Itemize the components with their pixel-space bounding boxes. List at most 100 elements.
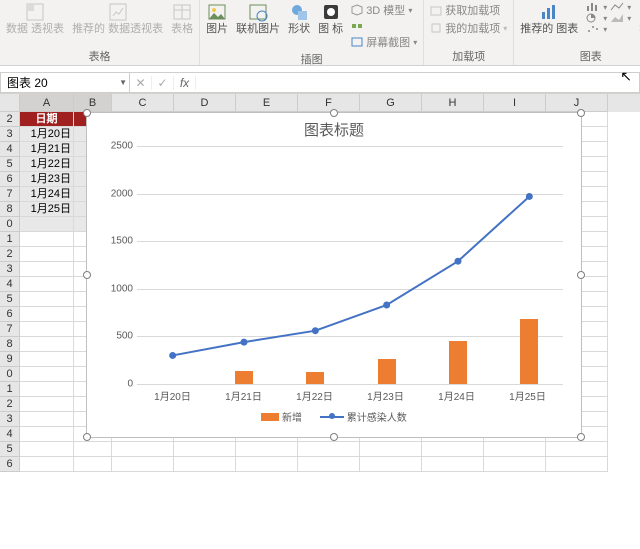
cell[interactable] [20, 247, 74, 262]
my-addins-button[interactable]: 我的加载项▾ [430, 20, 507, 36]
legend-item-bar[interactable]: 新增 [261, 409, 302, 424]
resize-handle[interactable] [577, 271, 585, 279]
cell[interactable] [20, 382, 74, 397]
column-header[interactable]: F [298, 94, 360, 112]
column-header[interactable]: I [484, 94, 546, 112]
row-header[interactable]: 1 [0, 232, 20, 247]
cell[interactable] [20, 412, 74, 427]
cell[interactable] [174, 457, 236, 472]
column-header[interactable]: H [422, 94, 484, 112]
column-header[interactable]: D [174, 94, 236, 112]
screenshot-button[interactable]: 屏幕截图▾ [351, 34, 417, 50]
line-series[interactable] [137, 146, 565, 384]
cell[interactable] [546, 457, 608, 472]
icons-button[interactable]: 图 标 [318, 2, 343, 35]
cell[interactable] [20, 397, 74, 412]
shapes-button[interactable]: 形状 [288, 2, 310, 35]
recommended-pivot-button[interactable]: 推荐的 数据透视表 [72, 2, 163, 35]
plot-area[interactable]: 05001000150020002500 [137, 146, 563, 384]
cell[interactable] [546, 442, 608, 457]
recommended-charts-button[interactable]: 推荐的 图表 [520, 2, 578, 35]
cell[interactable]: 1月23日 [20, 172, 74, 187]
cell[interactable] [484, 457, 546, 472]
row-header[interactable]: 3 [0, 127, 20, 142]
chevron-down-icon[interactable]: ▼ [119, 78, 127, 87]
cell[interactable] [112, 442, 174, 457]
column-header[interactable]: J [546, 94, 608, 112]
row-header[interactable]: 6 [0, 457, 20, 472]
resize-handle[interactable] [83, 271, 91, 279]
cell[interactable] [20, 337, 74, 352]
cell[interactable] [236, 442, 298, 457]
cell[interactable] [20, 277, 74, 292]
cell[interactable] [20, 457, 74, 472]
row-header[interactable]: 4 [0, 427, 20, 442]
model3d-button[interactable]: 3D 模型▾ [351, 2, 417, 18]
cell[interactable] [484, 442, 546, 457]
row-header[interactable]: 8 [0, 337, 20, 352]
get-addins-button[interactable]: 获取加载项 [430, 2, 507, 18]
row-header[interactable]: 2 [0, 247, 20, 262]
row-header[interactable]: 6 [0, 172, 20, 187]
cell[interactable] [20, 427, 74, 442]
column-header[interactable]: G [360, 94, 422, 112]
row-header[interactable]: 1 [0, 382, 20, 397]
resize-handle[interactable] [330, 433, 338, 441]
cell[interactable] [298, 457, 360, 472]
cell[interactable] [422, 442, 484, 457]
cell[interactable]: 1月22日 [20, 157, 74, 172]
cell[interactable] [20, 367, 74, 382]
resize-handle[interactable] [577, 109, 585, 117]
row-header[interactable]: 8 [0, 202, 20, 217]
row-header[interactable]: 2 [0, 397, 20, 412]
row-header[interactable]: 0 [0, 217, 20, 232]
select-all-corner[interactable] [0, 94, 20, 112]
name-box[interactable]: 图表 20 ▼ [0, 72, 130, 93]
embedded-chart[interactable]: 图表标题 05001000150020002500 1月20日1月21日1月22… [86, 112, 582, 438]
row-header[interactable]: 5 [0, 442, 20, 457]
row-header[interactable]: 5 [0, 157, 20, 172]
row-header[interactable]: 4 [0, 142, 20, 157]
row-header[interactable]: 5 [0, 292, 20, 307]
chart-legend[interactable]: 新增 累计感染人数 [87, 409, 581, 424]
cell[interactable] [20, 442, 74, 457]
cell[interactable]: 日期 [20, 112, 74, 127]
cell[interactable]: 1月24日 [20, 187, 74, 202]
legend-item-line[interactable]: 累计感染人数 [320, 409, 407, 424]
row-header[interactable]: 2 [0, 112, 20, 127]
online-picture-button[interactable]: 联机图片 [236, 2, 280, 35]
column-header[interactable]: A [20, 94, 74, 112]
row-header[interactable]: 9 [0, 352, 20, 367]
accept-formula-button[interactable]: ✓ [152, 76, 174, 90]
row-header[interactable]: 0 [0, 367, 20, 382]
cell[interactable] [20, 352, 74, 367]
cell[interactable] [20, 262, 74, 277]
column-header[interactable]: C [112, 94, 174, 112]
picture-button[interactable]: 图片 [206, 2, 228, 35]
cell[interactable] [422, 457, 484, 472]
cell[interactable] [20, 322, 74, 337]
row-header[interactable]: 3 [0, 412, 20, 427]
fx-button[interactable]: fx [174, 76, 196, 90]
cell[interactable] [360, 457, 422, 472]
cell[interactable] [298, 442, 360, 457]
cell[interactable] [360, 442, 422, 457]
cell[interactable] [74, 457, 112, 472]
resize-handle[interactable] [577, 433, 585, 441]
chart-type-row3[interactable]: ▾ [586, 24, 631, 34]
column-header[interactable]: B [74, 94, 112, 112]
cell[interactable]: 1月21日 [20, 142, 74, 157]
row-header[interactable]: 7 [0, 187, 20, 202]
column-header[interactable]: E [236, 94, 298, 112]
cell[interactable] [20, 217, 74, 232]
cell[interactable] [112, 457, 174, 472]
cell[interactable] [74, 442, 112, 457]
resize-handle[interactable] [83, 433, 91, 441]
cancel-formula-button[interactable]: ✕ [130, 76, 152, 90]
smartart-button[interactable]: SmartArt [351, 20, 417, 32]
cell[interactable] [20, 232, 74, 247]
cell[interactable]: 1月25日 [20, 202, 74, 217]
row-header[interactable]: 3 [0, 262, 20, 277]
resize-handle[interactable] [330, 109, 338, 117]
row-header[interactable]: 4 [0, 277, 20, 292]
